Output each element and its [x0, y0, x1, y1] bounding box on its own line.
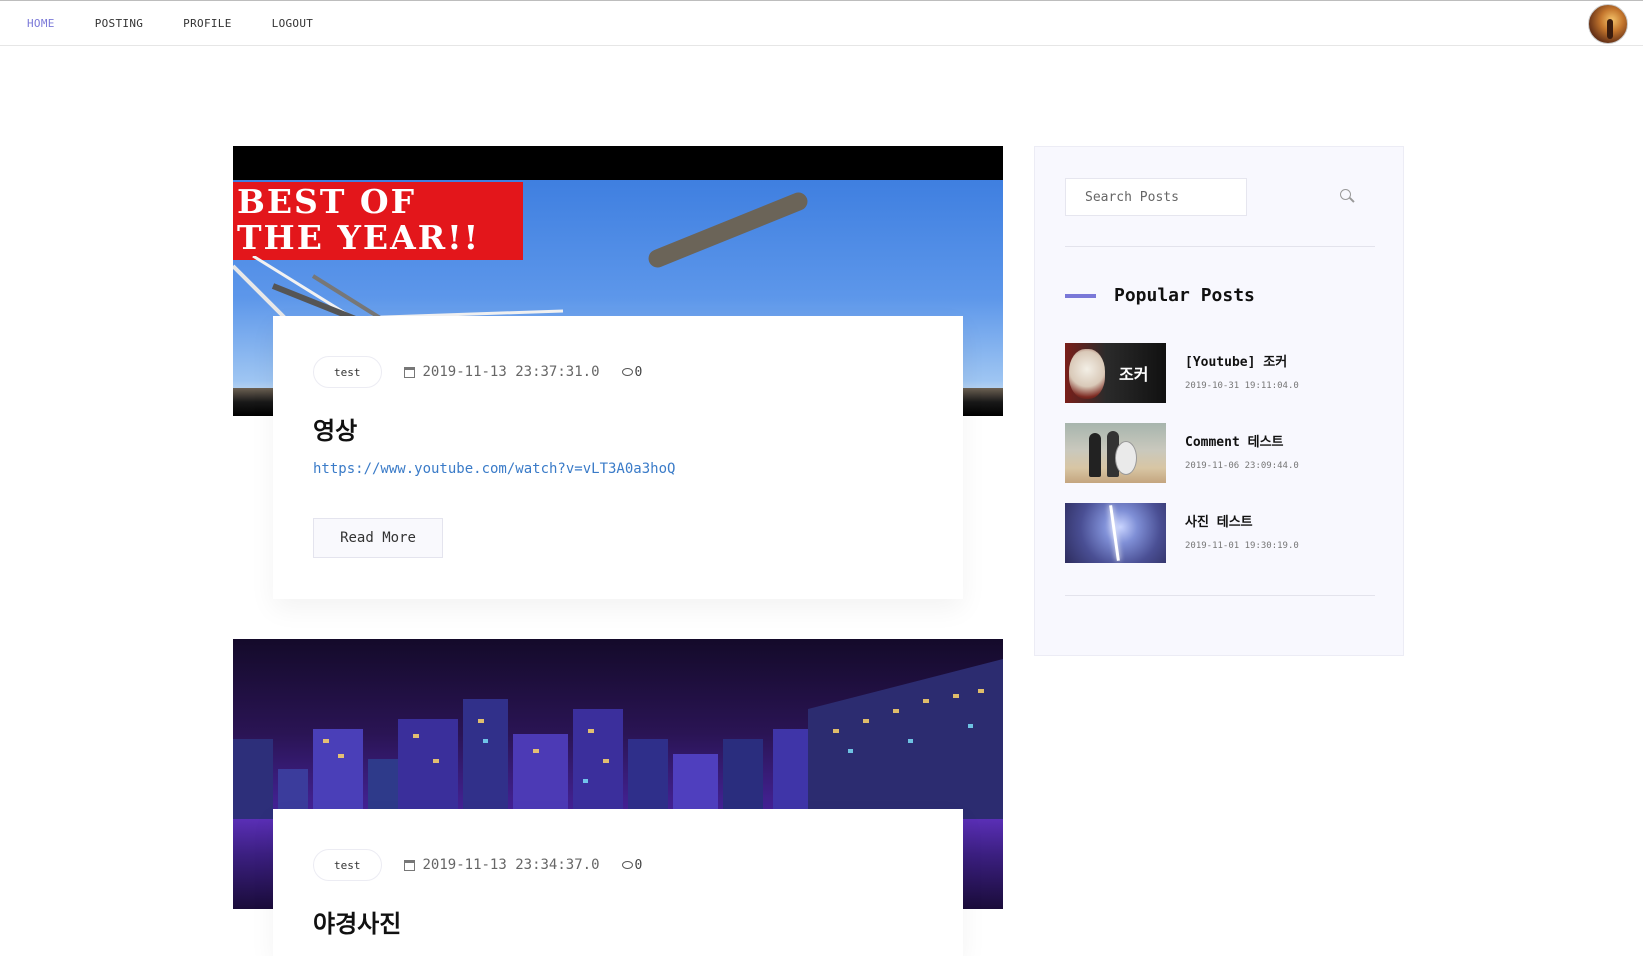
popular-post-thumbnail: 조커 — [1065, 343, 1166, 403]
surfboard — [1115, 441, 1137, 475]
post-card: BEST OF THE YEAR!! test 2019-11-13 23:37… — [233, 146, 1003, 606]
post-body: test 2019-11-13 23:34:37.0 0 야경사진 — [273, 809, 963, 956]
nav-posting[interactable]: POSTING — [95, 17, 143, 30]
popular-post-date: 2019-10-31 19:11:04.0 — [1185, 381, 1299, 391]
popular-post-item[interactable]: 사진 테스트 2019-11-01 19:30:19.0 — [1065, 503, 1375, 563]
popular-post-item[interactable]: Comment 테스트 2019-11-06 23:09:44.0 — [1065, 423, 1375, 483]
image-banner: BEST OF THE YEAR!! — [233, 182, 523, 260]
joker-face — [1069, 349, 1105, 399]
nav-home[interactable]: HOME — [27, 17, 55, 30]
comment-icon — [621, 368, 633, 376]
post-meta: test 2019-11-13 23:34:37.0 0 — [313, 849, 642, 881]
post-title[interactable]: 야경사진 — [313, 904, 401, 939]
top-navbar: HOME POSTING PROFILE LOGOUT — [0, 0, 1643, 46]
post-card: test 2019-11-13 23:34:37.0 0 야경사진 — [233, 639, 1003, 956]
nav-profile[interactable]: PROFILE — [183, 17, 231, 30]
nav-logout[interactable]: LOGOUT — [272, 17, 314, 30]
read-more-button[interactable]: Read More — [313, 518, 443, 558]
calendar-icon — [403, 859, 415, 871]
comment-count: 0 — [634, 857, 643, 873]
popular-post-title[interactable]: [Youtube] 조커 — [1185, 351, 1287, 370]
popular-post-date: 2019-11-01 19:30:19.0 — [1185, 541, 1299, 551]
post-tag[interactable]: test — [313, 356, 382, 388]
post-comments[interactable]: 0 — [621, 364, 643, 380]
search-input[interactable] — [1065, 178, 1247, 216]
post-date-text: 2019-11-13 23:37:31.0 — [422, 364, 600, 380]
banner-line-1: BEST OF — [237, 182, 417, 221]
popular-post-item[interactable]: 조커 [Youtube] 조커 2019-10-31 19:11:04.0 — [1065, 343, 1375, 403]
popular-posts-header: Popular Posts — [1065, 285, 1255, 306]
banner-line-2: THE YEAR!! — [237, 218, 481, 257]
post-link[interactable]: https://www.youtube.com/watch?v=vLT3A0a3… — [313, 461, 675, 477]
lightning-bolt — [1109, 505, 1120, 561]
popular-post-title[interactable]: 사진 테스트 — [1185, 511, 1253, 530]
popular-post-thumbnail — [1065, 423, 1166, 483]
user-avatar[interactable] — [1588, 4, 1628, 44]
sidebar: Popular Posts 조커 [Youtube] 조커 2019-10-31… — [1034, 146, 1404, 656]
divider — [1065, 595, 1375, 596]
thumbnail-text: 조커 — [1119, 365, 1149, 384]
post-date: 2019-11-13 23:34:37.0 — [403, 857, 600, 873]
popular-post-date: 2019-11-06 23:09:44.0 — [1185, 461, 1299, 471]
main-nav: HOME POSTING PROFILE LOGOUT — [27, 17, 353, 30]
popular-post-thumbnail — [1065, 503, 1166, 563]
divider — [1065, 246, 1375, 247]
popular-post-title[interactable]: Comment 테스트 — [1185, 431, 1284, 450]
post-date: 2019-11-13 23:37:31.0 — [403, 364, 600, 380]
search-box — [1065, 178, 1375, 216]
accent-bar — [1065, 293, 1096, 298]
post-tag[interactable]: test — [313, 849, 382, 881]
search-icon[interactable] — [1340, 189, 1354, 203]
post-body: test 2019-11-13 23:37:31.0 0 영상 https://… — [273, 316, 963, 599]
post-meta: test 2019-11-13 23:37:31.0 0 — [313, 356, 642, 388]
person-figure — [1089, 433, 1101, 477]
comment-count: 0 — [634, 364, 643, 380]
calendar-icon — [403, 366, 415, 378]
post-comments[interactable]: 0 — [621, 857, 643, 873]
comment-icon — [621, 861, 633, 869]
post-title[interactable]: 영상 — [313, 411, 357, 446]
popular-posts-title: Popular Posts — [1114, 285, 1255, 306]
post-date-text: 2019-11-13 23:34:37.0 — [422, 857, 600, 873]
